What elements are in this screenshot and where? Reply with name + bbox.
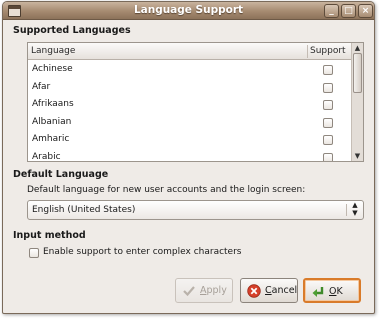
language-name: Afar xyxy=(32,81,51,92)
list-item[interactable]: Achinese xyxy=(28,61,351,79)
cancel-label: Cancel xyxy=(265,285,298,296)
supported-languages-heading: Supported Languages xyxy=(13,25,131,36)
default-language-select[interactable]: English (United States) ▲ ▼ xyxy=(27,200,364,220)
ok-label: OK xyxy=(329,286,343,297)
close-button[interactable]: × xyxy=(358,4,373,18)
language-rows: Achinese Afar Afrikaans Albanian Amharic Arab… xyxy=(28,61,351,162)
language-support-window: Language Support _ □ × Supported Languag… xyxy=(2,1,375,314)
title-bar[interactable]: Language Support _ □ × xyxy=(3,2,374,20)
language-name: Albanian xyxy=(32,116,72,127)
scroll-thumb[interactable] xyxy=(353,53,362,93)
default-language-description: Default language for new user accounts a… xyxy=(27,185,306,195)
list-item[interactable]: Amharic xyxy=(28,131,351,149)
list-item[interactable]: Afrikaans xyxy=(28,96,351,114)
complex-characters-label[interactable]: Enable support to enter complex characte… xyxy=(43,247,241,257)
window-title: Language Support xyxy=(133,4,244,16)
list-item[interactable]: Afar xyxy=(28,79,351,97)
column-divider xyxy=(307,45,308,58)
combo-arrows-icon: ▲ ▼ xyxy=(352,201,358,217)
support-checkbox[interactable] xyxy=(323,117,333,128)
default-language-heading: Default Language xyxy=(13,169,109,180)
default-language-value: English (United States) xyxy=(32,205,136,215)
minimize-button[interactable]: _ xyxy=(324,4,339,18)
support-checkbox[interactable] xyxy=(323,100,333,110)
combo-divider xyxy=(346,204,347,216)
scroll-down-icon[interactable]: ▼ xyxy=(352,151,363,161)
apply-button[interactable]: Apply xyxy=(175,278,233,303)
support-checkbox[interactable] xyxy=(323,152,333,161)
support-checkbox[interactable] xyxy=(323,82,333,93)
language-name: Amharic xyxy=(32,134,70,144)
list-item[interactable]: Arabic xyxy=(28,149,351,162)
language-name: Afrikaans xyxy=(32,99,74,109)
cancel-icon xyxy=(247,284,261,298)
language-column-header[interactable]: Language xyxy=(31,46,307,56)
input-method-heading: Input method xyxy=(13,230,86,241)
support-checkbox[interactable] xyxy=(323,135,333,145)
language-list[interactable]: Language Support Achinese Afar Afrikaans Al… xyxy=(27,42,364,162)
ok-button[interactable]: OK xyxy=(303,278,361,303)
maximize-button[interactable]: □ xyxy=(341,4,356,18)
apply-label: Apply xyxy=(200,285,227,296)
scroll-up-icon[interactable]: ▲ xyxy=(352,43,363,53)
complex-characters-checkbox[interactable] xyxy=(29,248,39,258)
support-checkbox[interactable] xyxy=(323,65,333,75)
list-header: Language Support xyxy=(28,43,351,60)
support-column-header[interactable]: Support xyxy=(310,46,346,56)
checkmark-icon xyxy=(183,286,195,297)
enter-arrow-icon xyxy=(312,287,324,297)
language-name: Arabic xyxy=(32,151,61,162)
cancel-button[interactable]: Cancel xyxy=(240,278,298,303)
list-scrollbar[interactable]: ▲ ▼ xyxy=(351,43,363,161)
language-name: Achinese xyxy=(32,64,73,74)
list-item[interactable]: Albanian xyxy=(28,114,351,132)
